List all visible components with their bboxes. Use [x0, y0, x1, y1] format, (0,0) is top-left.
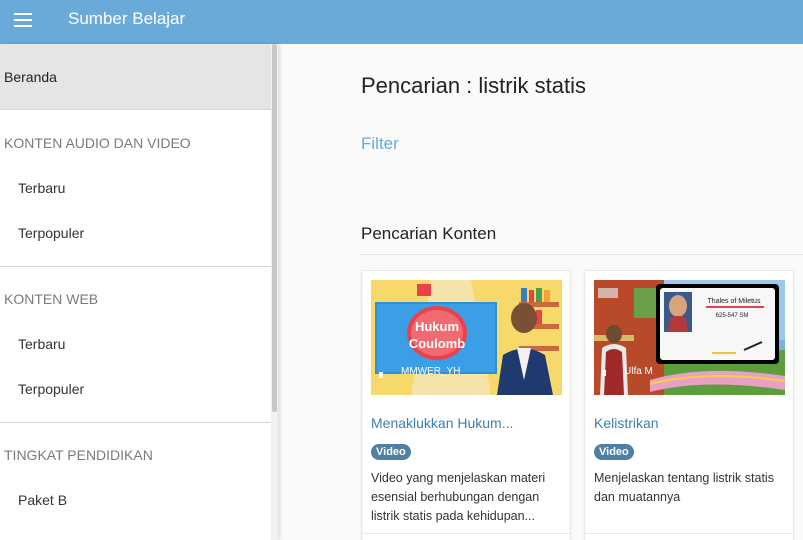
thumbnail-heading-line1: Hukum	[415, 319, 459, 334]
thumbnail-image: Hukum Coulomb MMWER_YH	[371, 280, 562, 395]
sidebar-item-beranda[interactable]: Beranda	[0, 44, 271, 110]
content-card[interactable]: Thales of Miletus 625-547 SM Ulfa M Keli…	[584, 270, 794, 540]
thumbnail-heading-line2: Coulomb	[409, 336, 465, 351]
section-divider	[361, 254, 803, 255]
content-card[interactable]: Hukum Coulomb MMWER_YH Menaklukkan Hukum…	[361, 270, 571, 540]
sidebar-divider	[0, 422, 271, 423]
thumbnail-overlay-text: Ulfa M	[624, 366, 653, 377]
content-type-badge: Video	[371, 444, 411, 460]
card-title[interactable]: Kelistrikan	[594, 415, 659, 431]
card-divider	[585, 533, 793, 534]
sidebar-item-av-terbaru[interactable]: Terbaru	[18, 180, 65, 196]
sidebar-section-audio-video: KONTEN AUDIO DAN VIDEO	[4, 135, 191, 151]
card-divider	[362, 533, 570, 534]
sidebar: Beranda KONTEN AUDIO DAN VIDEO Terbaru T…	[0, 44, 278, 540]
sidebar-item-web-terpopuler[interactable]: Terpopuler	[18, 381, 84, 397]
content-type-badge: Video	[594, 444, 634, 460]
filter-link[interactable]: Filter	[361, 134, 399, 154]
thumbnail-image: Thales of Miletus 625-547 SM Ulfa M	[594, 280, 785, 395]
sidebar-scrollbar[interactable]	[271, 44, 278, 540]
thumbnail-card-years: 625-547 SM	[716, 313, 749, 319]
sidebar-section-web: KONTEN WEB	[4, 291, 99, 307]
card-description: Video yang menjelaskan materi esensial b…	[371, 471, 546, 523]
sidebar-scrollbar-thumb[interactable]	[272, 44, 277, 412]
page-title: Pencarian : listrik statis	[361, 73, 586, 98]
sidebar-divider	[0, 266, 271, 267]
card-title[interactable]: Menaklukkan Hukum...	[371, 415, 513, 431]
top-bar: Sumber Belajar	[0, 0, 803, 44]
card-description: Menjelaskan tentang listrik statis dan m…	[594, 471, 774, 504]
app-title[interactable]: Sumber Belajar	[68, 9, 185, 29]
hamburger-menu-icon[interactable]	[14, 12, 32, 28]
thumbnail-overlay-text: MMWER_YH	[401, 366, 460, 377]
sidebar-section-tingkat-pendidikan: TINGKAT PENDIDIKAN	[4, 447, 153, 463]
sidebar-item-av-terpopuler[interactable]: Terpopuler	[18, 225, 84, 241]
video-thumbnail[interactable]: Hukum Coulomb MMWER_YH	[371, 280, 562, 395]
video-thumbnail[interactable]: Thales of Miletus 625-547 SM Ulfa M	[594, 280, 785, 395]
sidebar-item-paket-b[interactable]: Paket B	[18, 492, 67, 508]
thumbnail-card-name: Thales of Miletus	[708, 298, 761, 305]
section-title: Pencarian Konten	[361, 224, 497, 243]
sidebar-item-web-terbaru[interactable]: Terbaru	[18, 336, 65, 352]
sidebar-item-label: Beranda	[4, 69, 57, 85]
